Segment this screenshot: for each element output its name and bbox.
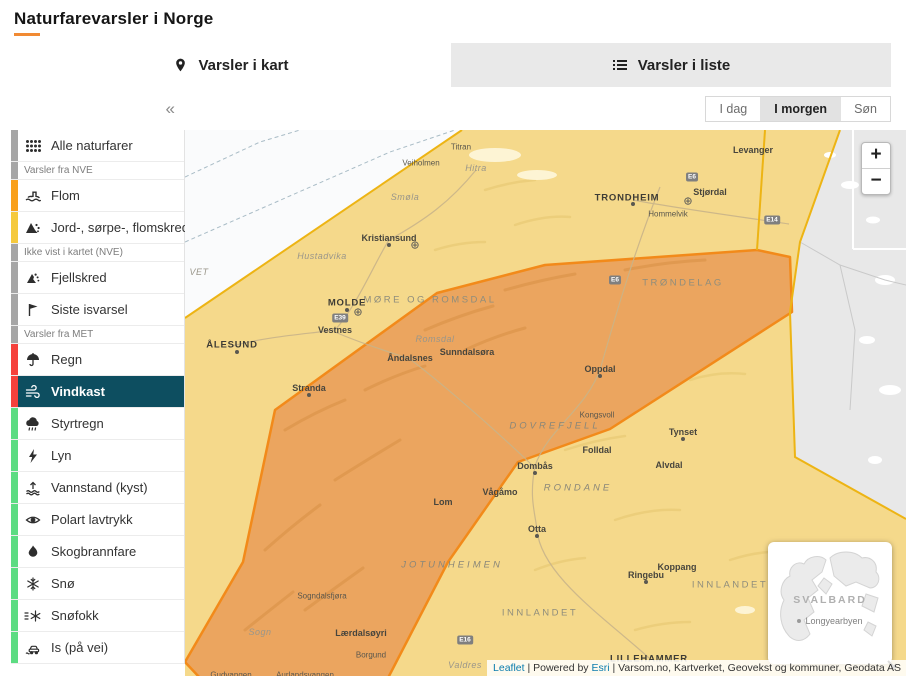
day-button-sunday[interactable]: Søn — [840, 97, 890, 121]
ice-road-icon — [22, 640, 44, 656]
map-canvas[interactable]: VETVeiholmenTitranHitraSmølaHustadvikaKr… — [185, 130, 906, 676]
lightning-icon — [22, 448, 44, 464]
sidebar-section-ikke-vist-i-kartet: Ikke vist i kartet (NVE) — [11, 244, 184, 262]
strip — [11, 376, 18, 407]
day-selector: I dag I morgen Søn — [705, 96, 891, 122]
strip — [11, 294, 18, 325]
ice-flag-icon — [22, 302, 44, 318]
esri-link[interactable]: Esri — [591, 662, 609, 674]
title-accent-rule — [14, 33, 40, 36]
tab-label: Varsler i kart — [198, 57, 288, 74]
map-attribution: Leaflet | Powered by Esri | Varsom.no, K… — [487, 660, 906, 676]
day-selector-row: I dag I morgen Søn — [185, 87, 906, 130]
page-title: Naturfarevarsler i Norge — [14, 9, 906, 29]
strip — [11, 162, 18, 179]
strip — [11, 344, 18, 375]
list-icon — [612, 57, 628, 73]
sidebar-item-lyn[interactable]: Lyn — [11, 440, 184, 472]
polar-low-icon — [22, 512, 44, 528]
view-tabs: Varsler i kart Varsler i liste — [11, 43, 891, 87]
wind-icon — [22, 384, 44, 400]
sidebar-item-flom[interactable]: Flom — [11, 180, 184, 212]
snowdrift-icon — [22, 608, 44, 624]
leaflet-link[interactable]: Leaflet — [493, 662, 525, 674]
inset-city-label: Longyearbyen — [768, 616, 892, 626]
sidebar-item-vindkast[interactable]: Vindkast — [11, 376, 184, 408]
strip — [11, 212, 18, 243]
day-button-tomorrow[interactable]: I morgen — [760, 97, 840, 121]
sidebar-item-alle-naturfarer[interactable]: Alle naturfarer — [11, 130, 184, 162]
strip — [11, 130, 18, 161]
sidebar-item-regn[interactable]: Regn — [11, 344, 184, 376]
umbrella-icon — [22, 352, 44, 368]
hazard-sidebar: Alle naturfarer Varsler fra NVE Flom Jor… — [11, 130, 185, 664]
strip — [11, 326, 18, 343]
strip — [11, 568, 18, 599]
heavy-rain-icon — [22, 416, 44, 432]
page-header: Naturfarevarsler i Norge — [0, 0, 906, 36]
strip — [11, 440, 18, 471]
strip — [11, 536, 18, 567]
tab-varsler-i-liste[interactable]: Varsler i liste — [451, 43, 891, 87]
collapse-sidebar-button[interactable]: « — [166, 100, 175, 117]
rockslide-icon — [22, 270, 44, 286]
sidebar-item-sno[interactable]: Snø — [11, 568, 184, 600]
sidebar-item-skogbrannfare[interactable]: Skogbrannfare — [11, 536, 184, 568]
grid-icon — [22, 139, 44, 153]
water-level-icon — [22, 480, 44, 496]
sidebar-item-vannstand-kyst[interactable]: Vannstand (kyst) — [11, 472, 184, 504]
strip — [11, 504, 18, 535]
sidebar-item-styrtregn[interactable]: Styrtregn — [11, 408, 184, 440]
strip — [11, 180, 18, 211]
snow-icon — [22, 576, 44, 592]
inset-title: SVALBARD — [768, 594, 892, 606]
sidebar-section-varsler-fra-met: Varsler fra MET — [11, 326, 184, 344]
tab-varsler-i-kart[interactable]: Varsler i kart — [11, 43, 451, 87]
zoom-in-button[interactable]: + — [862, 143, 890, 168]
map-zoom-control: + − — [861, 142, 891, 195]
map-pin-icon — [173, 57, 188, 73]
forest-fire-icon — [22, 544, 44, 560]
sidebar-item-is-pa-vei[interactable]: Is (på vei) — [11, 632, 184, 664]
day-button-today[interactable]: I dag — [706, 97, 760, 121]
landslide-icon — [22, 220, 44, 236]
strip — [11, 472, 18, 503]
zoom-out-button[interactable]: − — [862, 168, 890, 194]
flood-icon — [22, 188, 44, 204]
sidebar-item-fjellskred[interactable]: Fjellskred — [11, 262, 184, 294]
svalbard-inset: SVALBARD Longyearbyen — [768, 542, 892, 664]
sidebar-item-snofokk[interactable]: Snøfokk — [11, 600, 184, 632]
sidebar-section-varsler-fra-nve: Varsler fra NVE — [11, 162, 184, 180]
sidebar-item-jord-sorpe-flomskred[interactable]: Jord-, sørpe-, flomskred — [11, 212, 184, 244]
strip — [11, 262, 18, 293]
strip — [11, 600, 18, 631]
sidebar-item-polart-lavtrykk[interactable]: Polart lavtrykk — [11, 504, 184, 536]
strip — [11, 408, 18, 439]
strip — [11, 632, 18, 663]
strip — [11, 244, 18, 261]
tab-label: Varsler i liste — [638, 57, 731, 74]
sidebar-item-siste-isvarsel[interactable]: Siste isvarsel — [11, 294, 184, 326]
